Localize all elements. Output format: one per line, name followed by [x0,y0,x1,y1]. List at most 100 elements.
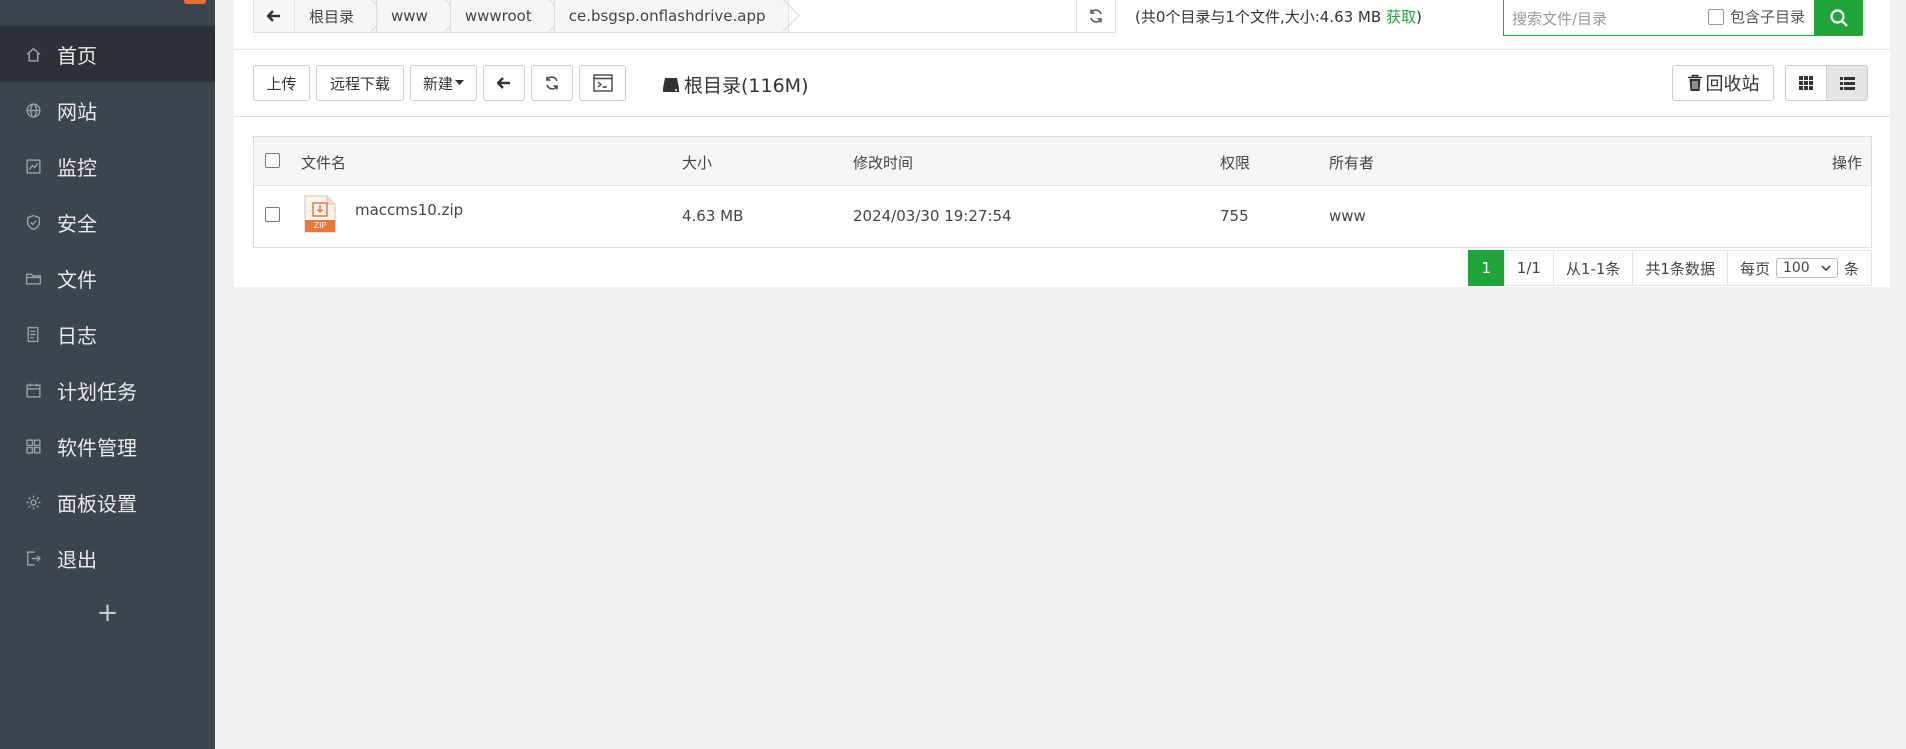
sidebar-item-monitor[interactable]: 监控 [0,138,215,194]
include-subdir-option[interactable]: 包含子目录 [1708,6,1805,27]
file-name[interactable]: maccms10.zip [355,201,463,219]
per-page-value: 100 [1782,260,1810,276]
sidebar-item-website[interactable]: 网站 [0,82,215,138]
new-dropdown-button[interactable]: 新建 [410,65,477,101]
sidebar: 首页 网站 监控 安全 文件 日志 计划任务 软件管理 面板设置 退出 + [0,0,215,749]
row-checkbox[interactable] [265,207,280,222]
divider [234,49,1890,50]
upload-button[interactable]: 上传 [253,65,310,101]
sidebar-item-label: 首页 [57,43,97,68]
sidebar-item-cron[interactable]: 计划任务 [0,362,215,418]
file-table: 文件名 大小 修改时间 权限 所有者 操作 ZIP maccms10.zip 4… [253,136,1872,248]
home-icon [24,45,42,63]
grid-view-button[interactable] [1785,65,1827,101]
file-mtime: 2024/03/30 19:27:54 [853,207,1012,225]
search-icon [1830,9,1848,27]
terminal-button[interactable] [579,65,626,101]
per-page-suffix: 条 [1843,259,1859,278]
column-header-mtime[interactable]: 修改时间 [853,152,913,173]
column-header-perm[interactable]: 权限 [1220,152,1250,173]
back-button[interactable] [483,65,525,101]
sidebar-item-logs[interactable]: 日志 [0,306,215,362]
refresh-icon [546,76,558,90]
sidebar-item-label: 日志 [57,323,97,348]
zip-badge-label: ZIP [313,221,327,230]
sidebar-item-label: 软件管理 [57,435,137,460]
get-size-link[interactable]: 获取 [1386,8,1416,26]
sidebar-item-label: 退出 [57,547,97,572]
summary-close: ) [1415,8,1422,26]
divider [234,116,1890,117]
page-range: 从1-1条 [1552,250,1633,286]
refresh-button[interactable] [531,65,573,101]
column-header-size[interactable]: 大小 [682,152,712,173]
select-all-checkbox[interactable] [265,153,280,168]
per-page-select[interactable]: 100 [1775,258,1838,278]
search-button[interactable] [1815,0,1863,36]
log-icon [24,325,42,343]
remote-download-button[interactable]: 远程下载 [316,65,404,101]
file-permission[interactable]: 755 [1220,207,1249,225]
notification-badge[interactable] [184,0,206,4]
path-bar: 根目录 www wwwroot ce.bsgsp.onflashdrive.ap… [253,0,1116,33]
caret-down-icon [455,80,464,85]
path-refresh-button[interactable] [1076,0,1116,33]
sidebar-item-label: 监控 [57,155,97,180]
per-page-prefix: 每页 [1739,259,1770,278]
recycle-bin-label: 回收站 [1705,74,1760,95]
search-box: 包含子目录 [1503,0,1815,36]
chevron-down-icon [1821,265,1831,271]
sidebar-item-label: 计划任务 [57,379,137,404]
sidebar-item-logout[interactable]: 退出 [0,530,215,586]
refresh-icon [1090,9,1102,23]
sidebar-item-software[interactable]: 软件管理 [0,418,215,474]
zip-file-icon: ZIP [304,195,336,233]
sidebar-item-home[interactable]: 首页 [0,26,215,82]
gear-icon [24,493,42,511]
include-subdir-label: 包含子目录 [1730,8,1806,26]
list-icon [1839,76,1855,90]
per-page-control: 每页 100 条 [1726,250,1872,286]
hard-drive-icon [663,77,679,92]
include-subdir-checkbox[interactable] [1708,8,1724,25]
sidebar-item-settings[interactable]: 面板设置 [0,474,215,530]
page-count: 1/1 [1503,250,1553,286]
file-size: 4.63 MB [682,207,744,225]
disk-indicator[interactable]: 根目录(116M) [662,71,808,98]
directory-summary: (共0个目录与1个文件,大小:4.63 MB 获取) [1135,6,1422,27]
sidebar-item-label: 文件 [57,267,97,292]
breadcrumb-item[interactable]: 根目录 [295,0,378,32]
path-back-button[interactable] [254,0,295,32]
logout-icon [24,549,42,567]
sidebar-item-files[interactable]: 文件 [0,250,215,306]
breadcrumb-item[interactable]: www [377,0,451,32]
page-current[interactable]: 1 [1467,250,1504,286]
page-total: 共1条数据 [1632,250,1727,286]
column-header-ops: 操作 [1831,154,1862,172]
search-input[interactable] [1510,6,1704,32]
sidebar-add-button[interactable]: + [0,588,215,638]
file-owner[interactable]: www [1329,207,1366,225]
breadcrumb-item[interactable]: wwwroot [450,0,555,32]
list-view-button[interactable] [1826,65,1868,101]
sidebar-item-label: 安全 [57,211,97,236]
table-row[interactable]: ZIP maccms10.zip 4.63 MB 2024/03/30 19:2… [254,185,1871,247]
breadcrumb-item[interactable]: ce.bsgsp.onflashdrive.app [554,0,789,32]
trash-icon [1687,74,1702,91]
arrow-left-icon [497,77,510,89]
monitor-icon [24,157,42,175]
recycle-bin-button[interactable]: 回收站 [1672,65,1774,101]
new-label: 新建 [422,74,453,93]
sidebar-item-label: 面板设置 [57,491,137,516]
grid-icon [1799,76,1813,90]
shield-icon [24,213,42,231]
terminal-icon [592,74,613,92]
apps-icon [24,437,42,455]
disk-label: 根目录(116M) [684,75,809,97]
column-header-name[interactable]: 文件名 [301,152,346,173]
pagination: 1 1/1 从1-1条 共1条数据 每页 100 条 [1467,250,1872,286]
column-header-owner[interactable]: 所有者 [1329,152,1374,173]
summary-text: (共0个目录与1个文件,大小:4.63 MB [1135,8,1386,26]
calendar-icon [24,381,42,399]
sidebar-item-security[interactable]: 安全 [0,194,215,250]
